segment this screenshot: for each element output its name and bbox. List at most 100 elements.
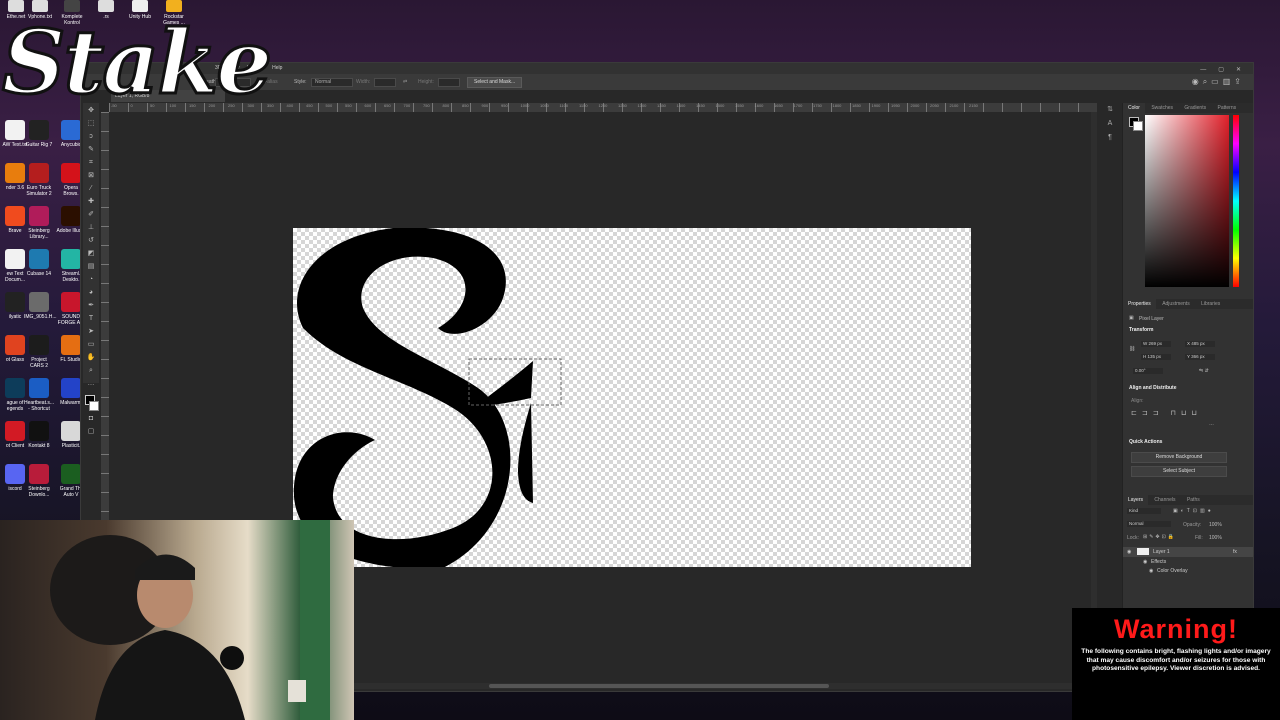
history-brush-icon[interactable]: ↺ (86, 236, 96, 246)
layout-icon[interactable]: ▥ (1223, 77, 1235, 86)
eye-icon[interactable]: ◉ (1127, 549, 1131, 555)
healing-tool-icon[interactable]: ✚ (86, 197, 96, 207)
layer-filter-select[interactable]: Kind (1127, 508, 1161, 514)
layer-name[interactable]: Layer 1 (1153, 549, 1170, 555)
lock-icons[interactable]: ⊞✎✥⊡🔒 (1143, 534, 1176, 540)
screen-mode-icon[interactable]: ▢ (86, 427, 96, 437)
align-distribute-heading[interactable]: Align and Distribute (1129, 385, 1177, 391)
ruler-mark: 1450 (696, 103, 705, 108)
tab-adjustments[interactable]: Adjustments (1157, 299, 1195, 309)
brush-tool-icon[interactable]: ✐ (86, 210, 96, 220)
pen-tool-icon[interactable]: ✒ (86, 301, 96, 311)
height-field[interactable]: H 135 px (1141, 354, 1171, 360)
shape-tool-icon[interactable]: ▭ (86, 340, 96, 350)
height-input[interactable] (438, 78, 460, 87)
desktop-icon-label: Anycubic (60, 142, 82, 148)
overlay-eye-icon[interactable]: ◉ (1149, 568, 1153, 574)
type-tool-icon[interactable]: T (86, 314, 96, 324)
swap-icon[interactable]: ⇄ (403, 79, 407, 85)
opacity-value[interactable]: 100% (1209, 522, 1222, 528)
arrange-icon[interactable]: ⇅ (1103, 103, 1117, 117)
desktop-icon[interactable]: Kontakt 8 (24, 421, 54, 449)
dodge-tool-icon[interactable]: ◕ (86, 288, 96, 298)
blend-mode-select[interactable]: Normal (1127, 521, 1171, 527)
quick-select-tool-icon[interactable]: ✎ (86, 145, 96, 155)
more-tools-icon[interactable]: … (86, 379, 96, 389)
select-and-mask-button[interactable]: Select and Mask... (467, 77, 523, 88)
flip-icons[interactable]: ⇋ ⇵ (1199, 368, 1209, 374)
effects-row[interactable]: ◉ Effects (1123, 558, 1253, 567)
width-input[interactable] (374, 78, 396, 87)
desktop-icon[interactable]: Project CARS 2 (24, 335, 54, 369)
fill-value[interactable]: 100% (1209, 535, 1222, 541)
gradient-tool-icon[interactable]: ▤ (86, 262, 96, 272)
color-picker-field[interactable] (1145, 115, 1229, 287)
tab-color[interactable]: Color (1123, 103, 1145, 113)
align-buttons-icon[interactable]: ⊏⊐⊐ ⊓⊔⊔ (1131, 409, 1202, 417)
layer-row[interactable]: ◉ Layer 1 fx (1123, 547, 1253, 557)
hand-tool-icon[interactable]: ✋ (86, 353, 96, 363)
more-options-icon[interactable]: … (1209, 421, 1214, 427)
eraser-tool-icon[interactable]: ◩ (86, 249, 96, 259)
background-color-swatch[interactable] (89, 401, 99, 411)
maximize-icon[interactable]: ▢ (1218, 66, 1230, 73)
minimize-icon[interactable]: — (1200, 67, 1212, 73)
desktop-icon-label: ilyatic (8, 314, 22, 320)
hue-slider[interactable] (1233, 115, 1239, 287)
path-select-icon[interactable]: ➤ (86, 327, 96, 337)
desktop-icon[interactable]: Steinberg Downlo... (24, 464, 54, 498)
tab-paths[interactable]: Paths (1182, 495, 1205, 505)
stamp-tool-icon[interactable]: ⊥ (86, 223, 96, 233)
tab-gradients[interactable]: Gradients (1179, 103, 1211, 113)
quick-actions-heading[interactable]: Quick Actions (1129, 439, 1162, 445)
link-icon[interactable]: ⛓ (1129, 346, 1135, 352)
remove-background-button[interactable]: Remove Background (1131, 452, 1227, 463)
desktop-icon[interactable]: Euro Truck Simulator 2 (24, 163, 54, 197)
tab-patterns[interactable]: Patterns (1213, 103, 1242, 113)
style-select[interactable]: Normal (311, 78, 353, 87)
workspace-icon[interactable]: ▭ (1211, 77, 1223, 86)
tab-properties[interactable]: Properties (1123, 299, 1156, 309)
close-icon[interactable]: ✕ (1236, 66, 1247, 73)
tab-layers[interactable]: Layers (1123, 495, 1149, 505)
transform-heading[interactable]: Transform (1129, 327, 1153, 333)
color-overlay-row[interactable]: ◉ Color Overlay (1123, 567, 1253, 576)
quick-mask-icon[interactable]: ◘ (86, 414, 96, 424)
horizontal-scroll-thumb[interactable] (489, 684, 829, 688)
crop-tool-icon[interactable]: ⌗ (86, 158, 96, 168)
marquee-tool-icon[interactable]: ⬚ (86, 119, 96, 129)
desktop-icon[interactable]: Cubase 14 (24, 249, 54, 277)
desktop-icon[interactable]: Steinberg Library... (24, 206, 54, 240)
background-color-chip[interactable] (1133, 121, 1143, 131)
tab-channels[interactable]: Channels (1149, 495, 1180, 505)
y-field[interactable]: Y 366 px (1185, 354, 1215, 360)
document-canvas[interactable] (293, 228, 971, 567)
pixel-layer-icon: ▣ (1129, 315, 1134, 321)
menu-help[interactable]: Help (272, 65, 282, 71)
ruler-mark: 1000 (520, 103, 530, 108)
search-icon[interactable]: ⌕ (1203, 77, 1211, 86)
tab-libraries[interactable]: Libraries (1196, 299, 1225, 309)
select-subject-button[interactable]: Select Subject (1131, 466, 1227, 477)
frame-tool-icon[interactable]: ⊠ (86, 171, 96, 181)
desktop-icon[interactable]: Heartbeat.s... - Shortcut (24, 378, 54, 412)
width-field[interactable]: W 269 px (1141, 341, 1171, 347)
share-icon[interactable]: ⇪ (1234, 77, 1245, 86)
zoom-tool-icon[interactable]: ⌕ (86, 366, 96, 376)
eyedropper-tool-icon[interactable]: ⁄ (86, 184, 96, 194)
ruler-mark: 1200 (598, 103, 608, 108)
fx-badge[interactable]: fx (1233, 549, 1237, 555)
angle-field[interactable]: 0.00° (1133, 368, 1163, 374)
effects-eye-icon[interactable]: ◉ (1143, 559, 1147, 565)
character-icon[interactable]: A (1103, 117, 1117, 131)
paragraph-icon[interactable]: ¶ (1103, 131, 1117, 145)
desktop-icon[interactable]: IMG_9051.H... (24, 292, 57, 320)
lasso-tool-icon[interactable]: ↄ (86, 132, 96, 142)
layer-filter-icons[interactable]: ▣◐T⊡▥● (1173, 508, 1214, 514)
tab-swatches[interactable]: Swatches (1146, 103, 1178, 113)
blur-tool-icon[interactable]: ◔ (86, 275, 96, 285)
x-field[interactable]: X 485 px (1185, 341, 1215, 347)
user-icon[interactable]: ◉ (1192, 77, 1203, 86)
vertical-scrollbar[interactable] (1091, 112, 1097, 682)
desktop-icon[interactable]: Guitar Rig 7 (24, 120, 54, 148)
